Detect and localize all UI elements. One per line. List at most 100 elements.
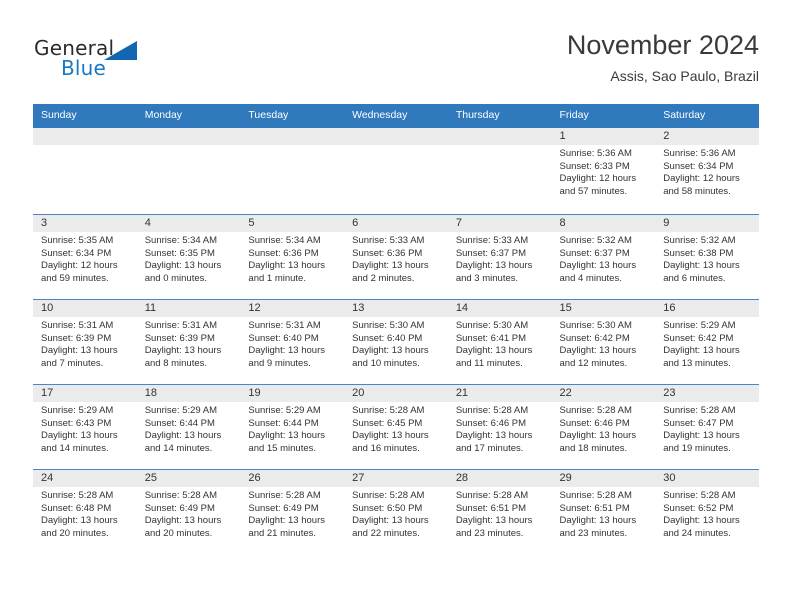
day-cell-inner (344, 128, 448, 214)
calendar-day-cell[interactable]: 7 Sunrise: 5:33 AM Sunset: 6:37 PM Daylight… (447, 214, 552, 300)
day-number: 12 (248, 302, 261, 314)
calendar-day-cell[interactable]: 2 Sunrise: 5:36 AM Sunset: 6:34 PM Daylight… (655, 128, 759, 215)
day-number: 9 (663, 217, 670, 229)
daylight-text-line2: and 13 minutes. (663, 357, 731, 369)
day-cell-inner (240, 128, 345, 214)
sunset-text: Sunset: 6:48 PM (41, 502, 112, 514)
calendar-day-cell[interactable]: 20 Sunrise: 5:28 AM Sunset: 6:45 PM Dayligh… (344, 384, 448, 470)
sunrise-text: Sunrise: 5:36 AM (559, 148, 632, 159)
day-detail-lines: Sunrise: 5:33 AM Sunset: 6:37 PM Daylight:… (448, 232, 552, 289)
day-cell-inner: 11 Sunrise: 5:31 AM Sunset: 6:39 PM Dayligh… (136, 300, 241, 384)
general-blue-logo[interactable]: General Blue (33, 36, 233, 92)
sunset-text: Sunset: 6:33 PM (559, 160, 630, 172)
day-number: 20 (352, 387, 365, 399)
calendar-day-cell[interactable]: 23 Sunrise: 5:28 AM Sunset: 6:47 PM Dayligh… (655, 384, 759, 470)
daylight-text-line2: and 12 minutes. (559, 357, 628, 369)
weekday-header-friday: Friday (551, 104, 656, 128)
day-cell-inner: 10 Sunrise: 5:31 AM Sunset: 6:39 PM Dayligh… (33, 300, 137, 384)
calendar-day-cell[interactable]: 24 Sunrise: 5:28 AM Sunset: 6:48 PM Dayligh… (33, 469, 137, 554)
daylight-text-line1: Daylight: 13 hours (559, 345, 637, 357)
day-number: 5 (248, 217, 255, 229)
calendar-day-cell[interactable]: 8 Sunrise: 5:32 AM Sunset: 6:37 PM Daylight… (551, 214, 656, 300)
day-number: 10 (41, 302, 54, 314)
calendar-day-cell[interactable]: 19 Sunrise: 5:29 AM Sunset: 6:44 PM Dayligh… (240, 384, 345, 470)
weekday-header-wednesday: Wednesday (344, 104, 448, 128)
sunrise-text: Sunrise: 5:31 AM (248, 320, 321, 331)
sunset-text: Sunset: 6:40 PM (352, 332, 423, 344)
daylight-text-line2: and 24 minutes. (663, 527, 731, 539)
calendar-day-cell[interactable]: 14 Sunrise: 5:30 AM Sunset: 6:41 PM Dayligh… (447, 299, 552, 385)
day-cell-inner: 6 Sunrise: 5:33 AM Sunset: 6:36 PM Daylight… (344, 215, 448, 299)
day-detail-lines: Sunrise: 5:30 AM Sunset: 6:41 PM Daylight:… (448, 317, 552, 374)
calendar-day-cell[interactable]: 12 Sunrise: 5:31 AM Sunset: 6:40 PM Dayligh… (240, 299, 345, 385)
day-number-band: 10 (33, 300, 137, 317)
daylight-text-line1: Daylight: 13 hours (352, 515, 429, 527)
day-detail-lines: Sunrise: 5:29 AM Sunset: 6:43 PM Daylight:… (33, 402, 137, 459)
calendar-week-row: 10 Sunrise: 5:31 AM Sunset: 6:39 PM Dayligh… (33, 299, 759, 385)
day-detail-lines: Sunrise: 5:28 AM Sunset: 6:52 PM Daylight:… (655, 487, 759, 544)
sunset-text: Sunset: 6:34 PM (41, 247, 112, 259)
day-detail-lines: Sunrise: 5:31 AM Sunset: 6:39 PM Daylight:… (137, 317, 241, 374)
calendar-week-row: 1 Sunrise: 5:36 AM Sunset: 6:33 PM Daylight… (33, 128, 759, 215)
day-cell-inner: 4 Sunrise: 5:34 AM Sunset: 6:35 PM Daylight… (136, 215, 241, 299)
calendar-day-cell[interactable]: 5 Sunrise: 5:34 AM Sunset: 6:36 PM Daylight… (240, 214, 345, 300)
calendar-day-cell[interactable]: 11 Sunrise: 5:31 AM Sunset: 6:39 PM Dayligh… (136, 299, 241, 385)
calendar-day-cell[interactable]: 17 Sunrise: 5:29 AM Sunset: 6:43 PM Dayligh… (33, 384, 137, 470)
sunrise-sunset-calendar: Sunday Monday Tuesday Wednesday Thursday… (33, 104, 759, 554)
calendar-day-cell[interactable]: 13 Sunrise: 5:30 AM Sunset: 6:40 PM Dayligh… (344, 299, 448, 385)
day-number: 3 (41, 217, 48, 229)
day-number-band: 14 (447, 300, 552, 317)
calendar-day-cell[interactable]: 28 Sunrise: 5:28 AM Sunset: 6:51 PM Dayligh… (447, 469, 552, 554)
day-cell-inner: 14 Sunrise: 5:30 AM Sunset: 6:41 PM Dayligh… (447, 300, 552, 384)
calendar-day-cell[interactable]: 15 Sunrise: 5:30 AM Sunset: 6:42 PM Dayligh… (551, 299, 656, 385)
sunset-text: Sunset: 6:49 PM (248, 502, 319, 514)
sunset-text: Sunset: 6:45 PM (352, 417, 423, 429)
calendar-day-cell[interactable]: 22 Sunrise: 5:28 AM Sunset: 6:46 PM Dayligh… (551, 384, 656, 470)
daylight-text-line1: Daylight: 13 hours (144, 515, 222, 527)
calendar-day-cell[interactable]: 10 Sunrise: 5:31 AM Sunset: 6:39 PM Dayligh… (33, 299, 137, 385)
day-cell-inner: 13 Sunrise: 5:30 AM Sunset: 6:40 PM Dayligh… (344, 300, 448, 384)
calendar-day-cell[interactable]: 25 Sunrise: 5:28 AM Sunset: 6:49 PM Dayligh… (136, 469, 241, 554)
daylight-text-line2: and 21 minutes. (248, 527, 317, 539)
sunrise-text: Sunrise: 5:28 AM (559, 490, 632, 501)
calendar-day-cell[interactable]: 30 Sunrise: 5:28 AM Sunset: 6:52 PM Dayligh… (655, 469, 759, 554)
day-detail-lines (137, 145, 241, 214)
day-number-band: 2 (655, 128, 759, 145)
daylight-text-line2: and 23 minutes. (559, 527, 628, 539)
calendar-day-cell[interactable]: 29 Sunrise: 5:28 AM Sunset: 6:51 PM Dayligh… (551, 469, 656, 554)
day-cell-inner: 23 Sunrise: 5:28 AM Sunset: 6:47 PM Dayligh… (655, 385, 759, 469)
calendar-day-cell[interactable]: 27 Sunrise: 5:28 AM Sunset: 6:50 PM Dayligh… (344, 469, 448, 554)
daylight-text-line1: Daylight: 13 hours (663, 430, 740, 442)
daylight-text-line2: and 11 minutes. (455, 357, 523, 369)
day-number: 11 (144, 302, 157, 314)
daylight-text-line2: and 6 minutes. (663, 272, 726, 284)
daylight-text-line2: and 10 minutes. (352, 357, 420, 369)
day-cell-inner: 7 Sunrise: 5:33 AM Sunset: 6:37 PM Daylight… (447, 215, 552, 299)
day-number: 28 (455, 472, 469, 484)
day-cell-inner: 8 Sunrise: 5:32 AM Sunset: 6:37 PM Daylight… (551, 215, 656, 299)
calendar-day-cell[interactable]: 1 Sunrise: 5:36 AM Sunset: 6:33 PM Daylight… (551, 128, 656, 215)
day-detail-lines: Sunrise: 5:28 AM Sunset: 6:47 PM Daylight:… (655, 402, 759, 459)
calendar-day-cell[interactable]: 16 Sunrise: 5:29 AM Sunset: 6:42 PM Dayligh… (655, 299, 759, 385)
calendar-day-cell[interactable]: 9 Sunrise: 5:32 AM Sunset: 6:38 PM Daylight… (655, 214, 759, 300)
calendar-day-cell[interactable]: 26 Sunrise: 5:28 AM Sunset: 6:49 PM Dayligh… (240, 469, 345, 554)
calendar-day-cell[interactable]: 4 Sunrise: 5:34 AM Sunset: 6:35 PM Daylight… (136, 214, 241, 300)
sunset-text: Sunset: 6:47 PM (663, 417, 734, 429)
calendar-day-cell[interactable]: 3 Sunrise: 5:35 AM Sunset: 6:34 PM Daylight… (33, 214, 137, 300)
day-cell-inner: 9 Sunrise: 5:32 AM Sunset: 6:38 PM Daylight… (655, 215, 759, 299)
sunset-text: Sunset: 6:37 PM (455, 247, 527, 259)
day-detail-lines: Sunrise: 5:34 AM Sunset: 6:36 PM Daylight:… (240, 232, 344, 289)
calendar-day-cell[interactable]: 6 Sunrise: 5:33 AM Sunset: 6:36 PM Daylight… (344, 214, 448, 300)
day-number: 21 (455, 387, 469, 399)
calendar-week-row: 24 Sunrise: 5:28 AM Sunset: 6:48 PM Dayligh… (33, 469, 759, 554)
weekday-header-tuesday: Tuesday (240, 104, 345, 128)
day-number-band: 7 (447, 215, 552, 232)
daylight-text-line2: and 8 minutes. (144, 357, 208, 369)
day-number: 22 (559, 387, 572, 399)
calendar-day-cell[interactable]: 18 Sunrise: 5:29 AM Sunset: 6:44 PM Dayligh… (136, 384, 241, 470)
calendar-day-cell[interactable]: 21 Sunrise: 5:28 AM Sunset: 6:46 PM Dayligh… (447, 384, 552, 470)
sunrise-text: Sunrise: 5:30 AM (455, 320, 529, 331)
sunrise-text: Sunrise: 5:35 AM (41, 235, 114, 246)
sunset-text: Sunset: 6:37 PM (559, 247, 630, 259)
daylight-text-line2: and 14 minutes. (41, 442, 109, 454)
